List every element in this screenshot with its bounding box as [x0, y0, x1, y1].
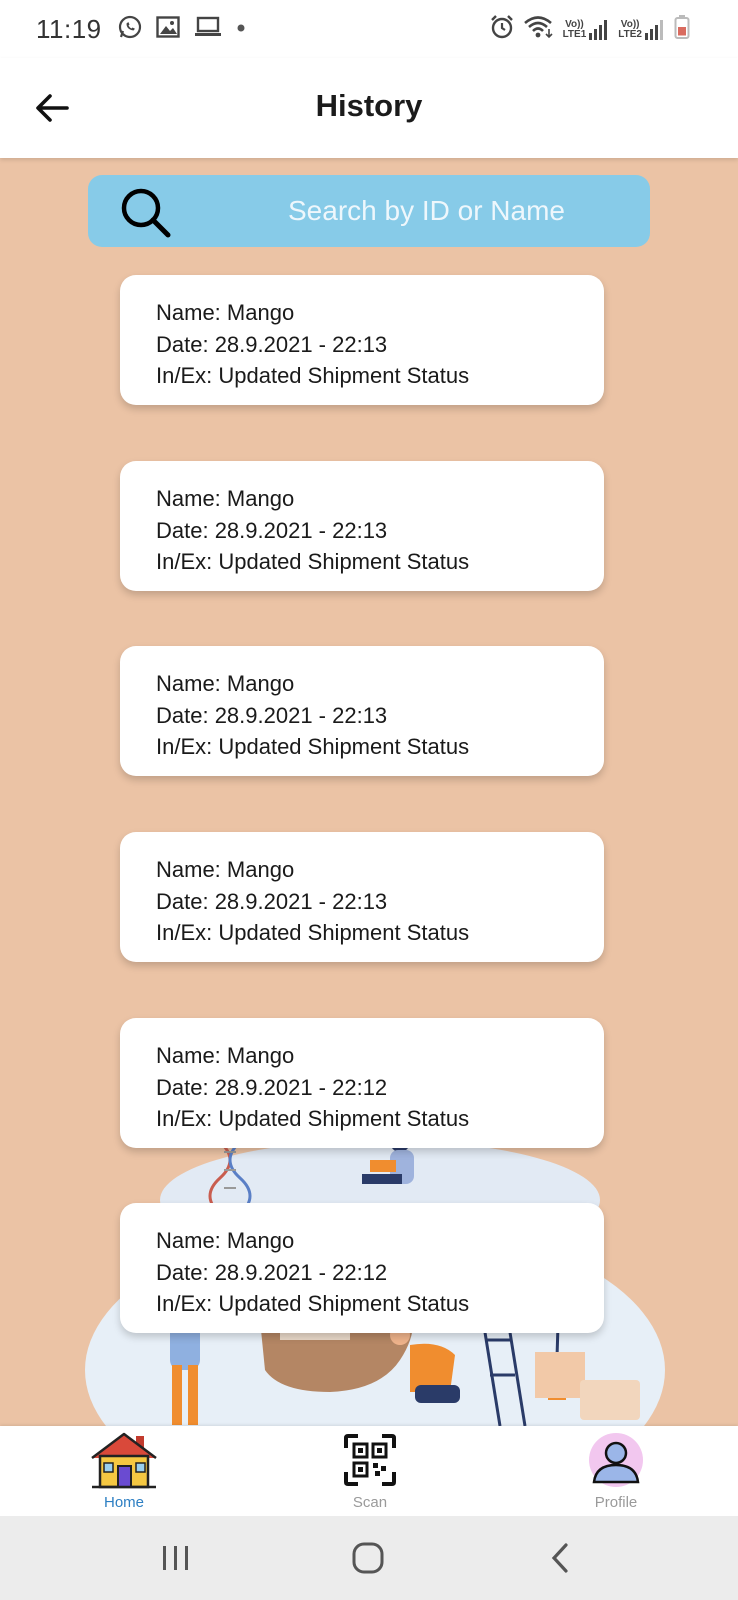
recent-apps-icon	[163, 1546, 188, 1570]
signal-lte2-icon: Vo)) LTE2	[618, 19, 666, 41]
user-avatar-icon	[589, 1433, 643, 1487]
card-name: Name: Mango	[156, 671, 295, 696]
home-circle-icon	[352, 1542, 384, 1574]
nav-item-scan[interactable]: Scan	[310, 1430, 430, 1514]
system-nav-bar	[0, 1516, 738, 1600]
lte2-label: LTE2	[618, 28, 642, 40]
card-date: Date: 28.9.2021 - 22:12	[156, 1074, 388, 1100]
card-name: Name: Mango	[156, 857, 295, 882]
house-icon	[91, 1432, 157, 1489]
nav-label-profile: Profile	[594, 1494, 638, 1511]
search-icon	[118, 185, 174, 246]
gallery-icon	[155, 15, 180, 43]
history-card[interactable]: Name: Mango Date: 28.9.2021 - 22:13 In/E…	[120, 461, 604, 591]
nav-item-home[interactable]: Home	[64, 1430, 184, 1514]
wifi-icon	[523, 14, 555, 45]
status-time: 11:19	[36, 13, 102, 44]
card-status: In/Ex: Updated Shipment Status	[156, 363, 470, 388]
battery-icon	[674, 14, 690, 45]
card-status: In/Ex: Updated Shipment Status	[156, 549, 470, 574]
card-name: Name: Mango	[156, 1228, 295, 1253]
home-system-button[interactable]	[348, 1538, 388, 1578]
card-name: Name: Mango	[156, 486, 295, 511]
card-name: Name: Mango	[156, 1043, 295, 1068]
card-date: Date: 28.9.2021 - 22:13	[156, 702, 388, 728]
search-input[interactable]	[288, 175, 628, 247]
search-bar[interactable]	[88, 175, 650, 247]
qr-code-icon	[344, 1434, 396, 1486]
history-card[interactable]: Name: Mango Date: 28.9.2021 - 22:13 In/E…	[120, 646, 604, 776]
back-system-button[interactable]	[540, 1538, 580, 1578]
signal-lte1-icon: Vo)) LTE1	[563, 19, 611, 41]
recent-apps-button[interactable]	[156, 1538, 196, 1578]
status-right-icons: Vo)) LTE1 Vo)) LTE2	[489, 14, 690, 45]
nav-item-profile[interactable]: Profile	[556, 1430, 676, 1514]
card-status: In/Ex: Updated Shipment Status	[156, 1291, 470, 1316]
card-date: Date: 28.9.2021 - 22:13	[156, 331, 388, 357]
history-card[interactable]: Name: Mango Date: 28.9.2021 - 22:13 In/E…	[120, 275, 604, 405]
lte1-label: LTE1	[562, 28, 587, 40]
card-status: In/Ex: Updated Shipment Status	[156, 920, 470, 945]
nav-label-home: Home	[103, 1494, 144, 1511]
status-bar: 11:19 Vo)) LTE1 Vo)) LTE2	[0, 0, 738, 58]
whatsapp-icon	[118, 15, 142, 44]
page-title: History	[315, 88, 423, 123]
app-header: History	[0, 58, 738, 158]
bottom-nav: Home Scan Profile	[0, 1426, 738, 1516]
card-name: Name: Mango	[156, 300, 295, 325]
history-card[interactable]: Name: Mango Date: 28.9.2021 - 22:12 In/E…	[120, 1203, 604, 1333]
dot-icon	[236, 20, 246, 38]
back-chevron-icon	[551, 1543, 568, 1573]
alarm-icon	[489, 14, 515, 45]
nav-label-scan: Scan	[352, 1494, 388, 1511]
card-date: Date: 28.9.2021 - 22:13	[156, 888, 388, 914]
status-left-icons	[118, 15, 246, 44]
card-status: In/Ex: Updated Shipment Status	[156, 734, 470, 759]
history-card[interactable]: Name: Mango Date: 28.9.2021 - 22:12 In/E…	[120, 1018, 604, 1148]
card-status: In/Ex: Updated Shipment Status	[156, 1106, 470, 1131]
card-date: Date: 28.9.2021 - 22:13	[156, 517, 388, 543]
card-date: Date: 28.9.2021 - 22:12	[156, 1259, 388, 1285]
laptop-icon	[194, 16, 222, 43]
history-card[interactable]: Name: Mango Date: 28.9.2021 - 22:13 In/E…	[120, 832, 604, 962]
